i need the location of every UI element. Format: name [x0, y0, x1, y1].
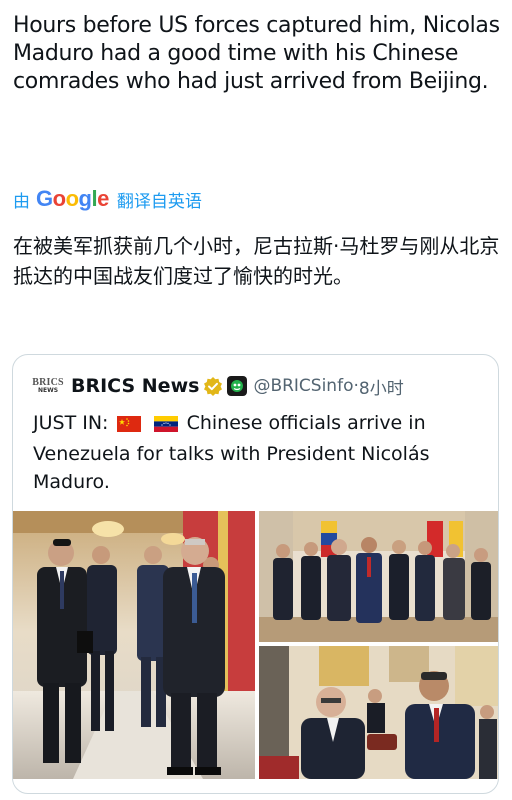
quoted-text-prefix: JUST IN: [33, 412, 109, 434]
venezuela-flag-icon [153, 412, 178, 440]
china-flag-icon [117, 412, 142, 440]
group-photo-with-flags[interactable] [259, 511, 498, 642]
tweet-text: Hours before US forces captured him, Nic… [13, 13, 500, 94]
quoted-tweet-text: JUST IN: Chinese officials arrive in Ven… [33, 409, 483, 496]
gold-verified-icon [203, 376, 223, 396]
quoted-tweet-header: BRICS NEWS BRICS News @BRICSinfo · 8小时 [32, 373, 404, 399]
translation-attribution[interactable]: 由 Google 翻译自英语 [13, 186, 202, 212]
quoted-tweet-card[interactable]: BRICS NEWS BRICS News @BRICSinfo · 8小时 J… [12, 354, 499, 794]
translated-text: 在被美军抓获前几个小时，尼古拉斯·马杜罗与刚从北京抵达的中国战友们度过了愉快的时… [13, 234, 500, 288]
translated-by-label: 由 [13, 191, 30, 212]
google-logo: Google [36, 186, 109, 211]
translated-from-label: 翻译自英语 [116, 191, 202, 212]
brics-avatar[interactable]: BRICS NEWS [32, 376, 63, 396]
quoted-author-handle[interactable]: @BRICSinfo [253, 376, 353, 396]
quoted-author-name[interactable]: BRICS News [71, 375, 199, 397]
bot-icon [227, 376, 248, 396]
delegation-walking-photo[interactable] [13, 511, 255, 779]
handshake-gift-photo[interactable] [259, 646, 498, 779]
quoted-tweet-time[interactable]: 8小时 [359, 374, 404, 399]
